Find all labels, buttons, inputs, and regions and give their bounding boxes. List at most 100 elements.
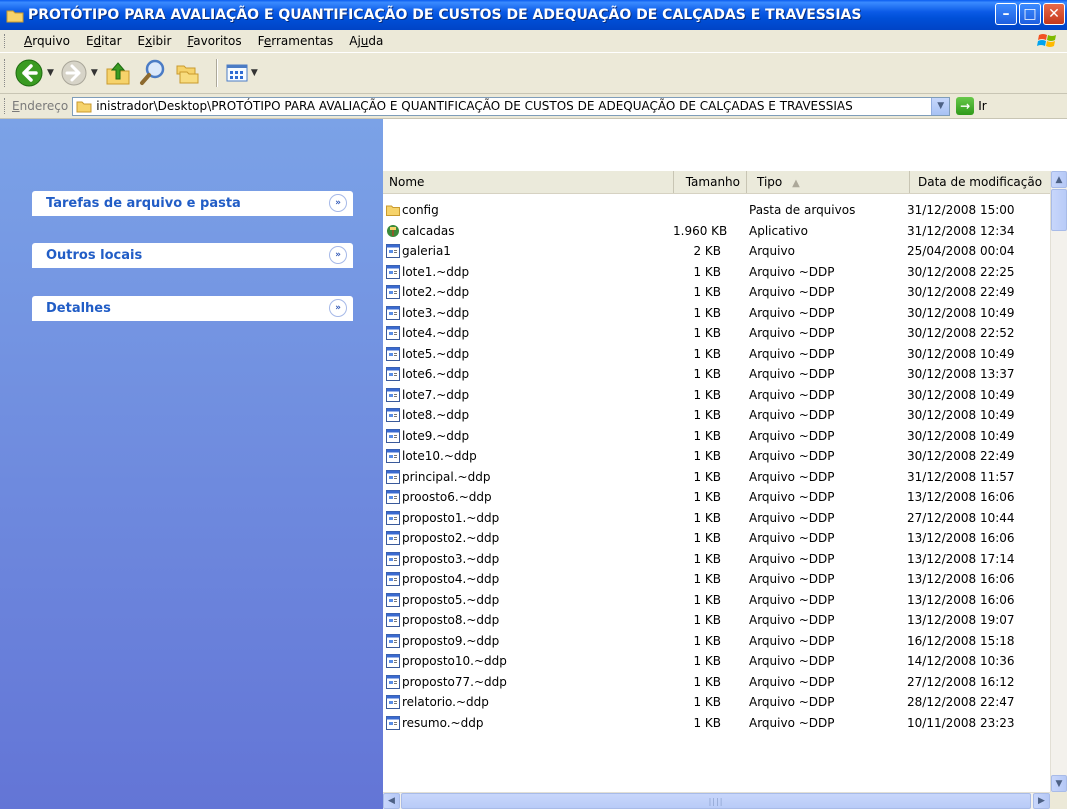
file-row[interactable]: lote2.~ddp 1 KB Arquivo ~DDP 30/12/2008 22:… bbox=[383, 282, 1050, 303]
go-arrow-icon: → bbox=[956, 97, 975, 115]
file-row[interactable]: proosto6.~ddp 1 KB Arquivo ~DDP 13/12/2008 … bbox=[383, 487, 1050, 508]
menu-item[interactable]: Exibir bbox=[130, 34, 180, 48]
chevron-down-icon[interactable]: ▼ bbox=[47, 68, 54, 78]
scroll-right-button[interactable]: ▶ bbox=[1033, 793, 1050, 809]
file-row[interactable]: proposto9.~ddp 1 KB Arquivo ~DDP 16/12/2008… bbox=[383, 631, 1050, 652]
file-row[interactable]: lote6.~ddp 1 KB Arquivo ~DDP 30/12/2008 13:… bbox=[383, 364, 1050, 385]
views-button[interactable]: ▼ bbox=[226, 63, 258, 83]
file-name-cell: config bbox=[383, 203, 673, 217]
menu-item[interactable]: Arquivo bbox=[16, 34, 78, 48]
file-type-cell: Arquivo ~DDP bbox=[749, 469, 835, 484]
toolbar-grip[interactable] bbox=[4, 34, 8, 48]
file-row[interactable]: lote5.~ddp 1 KB Arquivo ~DDP 30/12/2008 10:… bbox=[383, 344, 1050, 365]
vertical-scroll-thumb[interactable] bbox=[1051, 189, 1067, 231]
address-input[interactable]: inistrador\Desktop\PROTÓTIPO PARA AVALIA… bbox=[72, 96, 951, 116]
horizontal-scroll-thumb[interactable]: |||| bbox=[401, 793, 1031, 809]
close-button[interactable]: ✕ bbox=[1043, 3, 1065, 25]
file-name-cell: relatorio.~ddp bbox=[383, 695, 673, 710]
file-row[interactable]: proposto1.~ddp 1 KB Arquivo ~DDP 27/12/2008… bbox=[383, 508, 1050, 529]
file-row[interactable]: relatorio.~ddp 1 KB Arquivo ~DDP 28/12/2008… bbox=[383, 692, 1050, 713]
file-type-cell: Arquivo ~DDP bbox=[749, 715, 835, 730]
file-row[interactable]: proposto10.~ddp 1 KB Arquivo ~DDP 14/12/200… bbox=[383, 651, 1050, 672]
file-row[interactable]: lote8.~ddp 1 KB Arquivo ~DDP 30/12/2008 10:… bbox=[383, 405, 1050, 426]
file-row[interactable]: proposto77.~ddp 1 KB Arquivo ~DDP 27/12/200… bbox=[383, 672, 1050, 693]
file-date-cell: 13/12/2008 16:06 bbox=[907, 572, 1015, 587]
minimize-button[interactable]: – bbox=[995, 3, 1017, 25]
file-row[interactable]: galeria1 2 KB Arquivo 25/04/2008 00:04 bbox=[383, 241, 1050, 262]
file-icon bbox=[386, 346, 400, 361]
file-row[interactable]: principal.~ddp 1 KB Arquivo ~DDP 31/12/2008… bbox=[383, 467, 1050, 488]
back-button[interactable]: ▼ bbox=[14, 58, 54, 88]
menu-item[interactable]: Favoritos bbox=[179, 34, 249, 48]
task-panel-file-folder[interactable]: Tarefas de arquivo e pasta » bbox=[32, 191, 353, 216]
file-row[interactable]: lote4.~ddp 1 KB Arquivo ~DDP 30/12/2008 22:… bbox=[383, 323, 1050, 344]
file-size-cell: 1 KB bbox=[693, 674, 721, 689]
file-date-cell: 31/12/2008 12:34 bbox=[907, 223, 1015, 238]
file-row[interactable]: proposto2.~ddp 1 KB Arquivo ~DDP 13/12/2008… bbox=[383, 528, 1050, 549]
scroll-left-button[interactable]: ◀ bbox=[383, 793, 400, 809]
file-icon bbox=[386, 531, 400, 546]
file-type-cell: Arquivo ~DDP bbox=[749, 510, 835, 525]
file-row[interactable]: config Pasta de arquivos 31/12/2008 15:00 bbox=[383, 200, 1050, 221]
file-row[interactable]: proposto3.~ddp 1 KB Arquivo ~DDP 13/12/2008… bbox=[383, 549, 1050, 570]
address-dropdown-button[interactable]: ▼ bbox=[931, 97, 950, 115]
menu-item[interactable]: Editar bbox=[78, 34, 130, 48]
horizontal-scrollbar[interactable]: ◀ |||| ▶ bbox=[383, 792, 1050, 809]
chevron-down-icon[interactable]: ▼ bbox=[91, 68, 98, 78]
file-date-cell: 30/12/2008 10:49 bbox=[907, 408, 1015, 423]
application-icon bbox=[387, 224, 399, 237]
file-row[interactable]: proposto4.~ddp 1 KB Arquivo ~DDP 13/12/2008… bbox=[383, 569, 1050, 590]
folders-button[interactable] bbox=[174, 59, 202, 87]
menu-item[interactable]: Ferramentas bbox=[250, 34, 342, 48]
file-row[interactable]: proposto8.~ddp 1 KB Arquivo ~DDP 13/12/2008… bbox=[383, 610, 1050, 631]
search-button[interactable] bbox=[138, 58, 168, 88]
toolbar-grip[interactable] bbox=[4, 98, 8, 114]
file-type-cell: Arquivo ~DDP bbox=[749, 367, 835, 382]
file-name-cell: lote3.~ddp bbox=[383, 305, 673, 320]
file-row[interactable]: lote3.~ddp 1 KB Arquivo ~DDP 30/12/2008 10:… bbox=[383, 303, 1050, 324]
file-name-cell: proposto1.~ddp bbox=[383, 510, 673, 525]
file-name-cell: proposto2.~ddp bbox=[383, 531, 673, 546]
column-date[interactable]: Data de modificação bbox=[910, 171, 1067, 193]
file-icon bbox=[386, 326, 400, 341]
file-icon bbox=[386, 654, 400, 669]
title-bar[interactable]: PROTÓTIPO PARA AVALIAÇÃO E QUANTIFICAÇÃO… bbox=[0, 0, 1067, 30]
task-panel-details[interactable]: Detalhes » bbox=[32, 296, 353, 321]
file-name-cell: proposto10.~ddp bbox=[383, 654, 673, 669]
file-row[interactable]: calcadas 1.960 KB Aplicativo 31/12/2008 12:… bbox=[383, 221, 1050, 242]
chevron-expand-icon[interactable]: » bbox=[329, 299, 347, 317]
menu-item[interactable]: Ajuda bbox=[341, 34, 391, 48]
file-type-cell: Arquivo ~DDP bbox=[749, 428, 835, 443]
maximize-button[interactable]: □ bbox=[1019, 3, 1041, 25]
file-size-cell: 1 KB bbox=[693, 510, 721, 525]
column-name[interactable]: Nome bbox=[383, 171, 674, 193]
scroll-down-button[interactable]: ▼ bbox=[1051, 775, 1067, 792]
file-row[interactable]: lote7.~ddp 1 KB Arquivo ~DDP 30/12/2008 10:… bbox=[383, 385, 1050, 406]
go-button[interactable]: → Ir bbox=[956, 97, 987, 115]
file-size-cell: 1 KB bbox=[693, 613, 721, 628]
column-type[interactable]: Tipo ▲ bbox=[747, 171, 910, 193]
file-type-cell: Arquivo ~DDP bbox=[749, 346, 835, 361]
file-row[interactable]: lote9.~ddp 1 KB Arquivo ~DDP 30/12/2008 10:… bbox=[383, 426, 1050, 447]
file-row[interactable]: lote1.~ddp 1 KB Arquivo ~DDP 30/12/2008 22:… bbox=[383, 262, 1050, 283]
file-size-cell: 1 KB bbox=[693, 264, 721, 279]
file-row[interactable]: lote10.~ddp 1 KB Arquivo ~DDP 30/12/2008 22… bbox=[383, 446, 1050, 467]
file-size-cell: 1 KB bbox=[693, 428, 721, 443]
chevron-down-icon[interactable]: ▼ bbox=[251, 68, 258, 78]
folders-icon bbox=[176, 65, 199, 84]
file-name-cell: lote4.~ddp bbox=[383, 326, 673, 341]
column-size[interactable]: Tamanho bbox=[674, 171, 747, 193]
file-row[interactable]: proposto5.~ddp 1 KB Arquivo ~DDP 13/12/2008… bbox=[383, 590, 1050, 611]
resize-grip[interactable] bbox=[1050, 792, 1067, 809]
toolbar-grip[interactable] bbox=[4, 59, 8, 87]
file-row[interactable]: resumo.~ddp 1 KB Arquivo ~DDP 10/11/2008 23… bbox=[383, 713, 1050, 734]
task-panel-other-places[interactable]: Outros locais » bbox=[32, 243, 353, 268]
chevron-expand-icon[interactable]: » bbox=[329, 194, 347, 212]
chevron-expand-icon[interactable]: » bbox=[329, 246, 347, 264]
file-name-cell: proposto77.~ddp bbox=[383, 674, 673, 689]
forward-button[interactable]: ▼ bbox=[60, 59, 98, 87]
file-size-cell: 1 KB bbox=[693, 469, 721, 484]
scroll-up-button[interactable]: ▲ bbox=[1051, 171, 1067, 188]
vertical-scrollbar[interactable]: ▲ ▼ bbox=[1050, 171, 1067, 792]
up-folder-button[interactable] bbox=[104, 59, 132, 87]
